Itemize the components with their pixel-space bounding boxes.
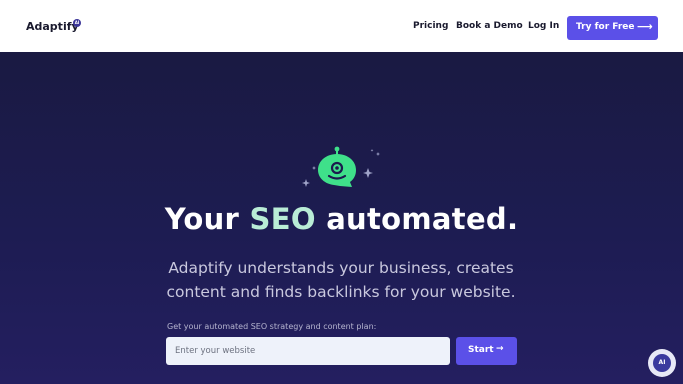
website-input-label: Get your automated SEO strategy and cont…	[167, 322, 377, 331]
arrow-right-icon: →	[496, 344, 504, 354]
chat-assistant-button[interactable]: AI	[648, 349, 676, 377]
try-for-free-label: Try for Free	[576, 22, 635, 32]
website-input[interactable]	[166, 337, 450, 365]
headline-part-2: automated.	[326, 202, 519, 236]
headline-part-1: Your	[164, 202, 240, 236]
nav-link-book-demo[interactable]: Book a Demo	[456, 21, 523, 31]
headline-accent: SEO	[249, 202, 316, 236]
logo[interactable]: Adaptify	[26, 20, 79, 33]
chat-assistant-icon: AI	[653, 354, 671, 372]
try-for-free-button[interactable]: Try for Free ⟶	[567, 16, 658, 40]
logo-ai-badge: AI	[73, 19, 81, 27]
nav-link-login[interactable]: Log In	[528, 21, 559, 31]
nav-link-pricing[interactable]: Pricing	[413, 21, 448, 31]
top-navbar: Adaptify AI Pricing Book a Demo Log In T…	[0, 0, 683, 52]
start-button-label: Start	[468, 345, 494, 355]
hero-headline: Your SEO automated.	[0, 202, 683, 236]
arrow-right-icon: ⟶	[637, 20, 653, 33]
start-button[interactable]: Start →	[456, 337, 517, 365]
robot-chat-icon	[302, 146, 380, 187]
hero-subline: Adaptify understands your business, crea…	[166, 259, 516, 301]
